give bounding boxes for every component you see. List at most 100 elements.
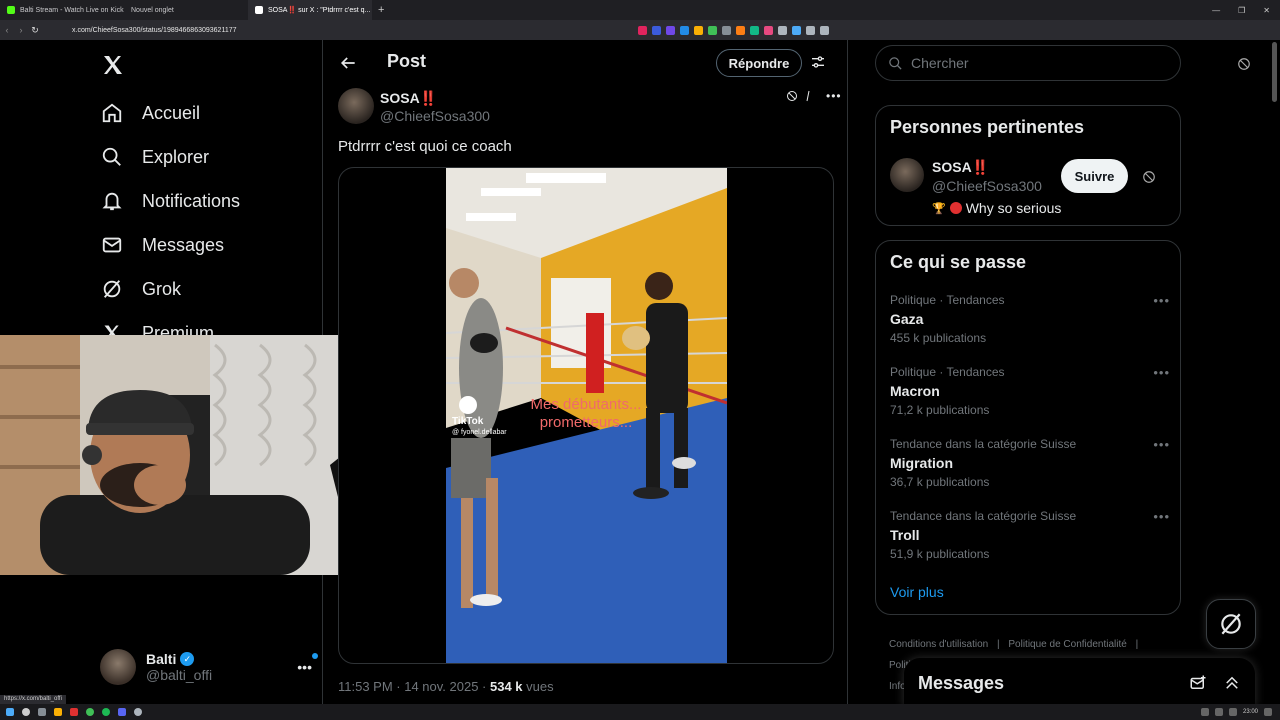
extension-icon[interactable] bbox=[666, 25, 675, 35]
nav-item-explore[interactable]: Explorer bbox=[100, 145, 209, 169]
extension-icon[interactable] bbox=[764, 25, 773, 35]
new-tab-button[interactable]: + bbox=[372, 4, 390, 16]
post-timestamp[interactable]: 11:53 PM · 14 nov. 2025 · bbox=[338, 679, 490, 694]
video-player[interactable]: TikTok @ fyonel.dellabar Mes débutants..… bbox=[446, 168, 727, 663]
x-favicon-icon bbox=[255, 6, 263, 14]
close-window-icon[interactable]: ✕ bbox=[1263, 6, 1270, 15]
block-icon[interactable] bbox=[1142, 170, 1156, 184]
person-name[interactable]: SOSA‼️ bbox=[932, 159, 989, 176]
more-options-icon[interactable]: ••• bbox=[1153, 293, 1170, 308]
terms-link[interactable]: Conditions d'utilisation bbox=[889, 639, 988, 650]
extension-icon[interactable] bbox=[722, 25, 731, 35]
extension-icon[interactable] bbox=[778, 25, 787, 35]
post-media[interactable]: TikTok @ fyonel.dellabar Mes débutants..… bbox=[338, 167, 834, 664]
x-logo-icon[interactable] bbox=[101, 53, 125, 77]
extension-icon[interactable] bbox=[694, 25, 703, 35]
back-nav-icon[interactable]: ‹ bbox=[0, 25, 14, 35]
notification-center-icon[interactable] bbox=[1264, 708, 1272, 716]
account-switcher[interactable]: Balti ✓ @balti_offi ••• bbox=[100, 647, 318, 687]
grok-slash-icon[interactable] bbox=[804, 90, 812, 102]
whatsapp-icon[interactable] bbox=[86, 708, 94, 716]
avatar[interactable] bbox=[338, 88, 374, 124]
tray-icon[interactable] bbox=[1200, 708, 1209, 716]
search-input[interactable]: Chercher bbox=[875, 45, 1181, 81]
url-field[interactable]: x.com/ChieefSosa300/status/1989466863093… bbox=[48, 23, 548, 37]
more-options-icon[interactable]: ••• bbox=[1153, 437, 1170, 452]
mail-icon bbox=[100, 233, 124, 257]
bell-icon bbox=[100, 189, 124, 213]
post-author-handle[interactable]: @ChieefSosa300 bbox=[380, 108, 490, 124]
tray-icon[interactable] bbox=[1214, 708, 1223, 716]
obs-icon[interactable] bbox=[134, 708, 142, 716]
file-explorer-icon[interactable] bbox=[54, 708, 62, 716]
verified-badge-icon: ✓ bbox=[180, 652, 195, 666]
messages-dock-actions bbox=[1189, 674, 1241, 692]
views-label: vues bbox=[522, 679, 554, 694]
see-more-link[interactable]: Voir plus bbox=[890, 584, 944, 600]
follow-button[interactable]: Suivre bbox=[1061, 159, 1128, 193]
maximize-icon[interactable]: ❐ bbox=[1238, 6, 1245, 15]
extension-icon[interactable] bbox=[820, 25, 829, 35]
tray-icon[interactable] bbox=[1228, 708, 1237, 716]
block-icon[interactable] bbox=[786, 90, 798, 102]
search-icon[interactable] bbox=[22, 708, 30, 716]
minimize-icon[interactable]: — bbox=[1212, 6, 1220, 15]
extension-icon[interactable] bbox=[750, 25, 759, 35]
scrollbar[interactable] bbox=[1272, 42, 1277, 102]
more-options-icon[interactable]: ••• bbox=[1153, 509, 1170, 524]
forward-nav-icon[interactable]: › bbox=[14, 25, 28, 35]
trend-item[interactable]: Politique · Tendances Macron 71,2 k publ… bbox=[890, 365, 1170, 425]
more-options-icon[interactable]: ••• bbox=[1153, 365, 1170, 380]
discord-icon[interactable] bbox=[118, 708, 126, 716]
more-options-icon[interactable]: ••• bbox=[826, 89, 842, 103]
reload-icon[interactable]: ↻ bbox=[28, 25, 42, 36]
trend-category: Politique · Tendances bbox=[890, 293, 1005, 307]
browser-icon[interactable] bbox=[70, 708, 78, 716]
clock[interactable]: 23:00 bbox=[1243, 709, 1258, 715]
extension-icon[interactable] bbox=[736, 25, 745, 35]
avatar bbox=[100, 649, 136, 685]
nav-item-grok[interactable]: Grok bbox=[100, 277, 181, 301]
taskbar-apps bbox=[0, 708, 142, 716]
messages-dock[interactable]: Messages bbox=[904, 658, 1255, 704]
extension-icon[interactable] bbox=[680, 25, 689, 35]
block-icon[interactable] bbox=[1237, 57, 1251, 71]
reply-button[interactable]: Répondre bbox=[716, 49, 802, 77]
extension-icon[interactable] bbox=[792, 25, 801, 35]
start-icon[interactable] bbox=[6, 708, 14, 716]
nav-item-notifications[interactable]: Notifications bbox=[100, 189, 240, 213]
post-meta: 11:53 PM · 14 nov. 2025 · 534 k vues bbox=[338, 679, 554, 694]
person-handle[interactable]: @ChieefSosa300 bbox=[932, 178, 1042, 194]
expand-up-icon[interactable] bbox=[1223, 674, 1241, 692]
privacy-link[interactable]: Politique de Confidentialité bbox=[1008, 639, 1126, 650]
grok-button[interactable] bbox=[1206, 599, 1256, 649]
back-arrow-icon[interactable] bbox=[338, 53, 358, 73]
video-caption: Mes débutants... prometteurs... bbox=[516, 396, 656, 432]
avatar[interactable] bbox=[890, 158, 924, 192]
tiktok-user: @ fyonel.dellabar bbox=[452, 429, 507, 436]
nav-item-home[interactable]: Accueil bbox=[100, 101, 200, 125]
url-text: x.com/ChieefSosa300/status/1989466863093… bbox=[72, 26, 237, 34]
trend-item[interactable]: Politique · Tendances Gaza 455 k publica… bbox=[890, 293, 1170, 353]
extension-icon[interactable] bbox=[638, 25, 647, 35]
spotify-icon[interactable] bbox=[102, 708, 110, 716]
new-message-icon[interactable] bbox=[1189, 674, 1207, 692]
tab-x-post[interactable]: SOSA‼️ sur X : "Ptdrrrr c'est q... ✕ bbox=[248, 0, 372, 20]
home-icon bbox=[100, 101, 124, 125]
messages-dock-title: Messages bbox=[918, 672, 1005, 693]
more-options-icon[interactable]: ••• bbox=[297, 653, 318, 675]
nav-item-messages[interactable]: Messages bbox=[100, 233, 224, 257]
page-title: Post bbox=[387, 51, 427, 71]
tab-new[interactable]: Nouvel onglet bbox=[124, 0, 248, 20]
trend-item[interactable]: Tendance dans la catégorie Suisse Troll … bbox=[890, 509, 1170, 569]
notification-dot bbox=[312, 653, 318, 659]
task-view-icon[interactable] bbox=[38, 708, 46, 716]
tab-kick[interactable]: Balti Stream - Watch Live on Kick bbox=[0, 0, 124, 20]
post-author-name[interactable]: SOSA‼️ bbox=[380, 90, 437, 107]
extension-icon[interactable] bbox=[708, 25, 717, 35]
sliders-icon[interactable] bbox=[810, 54, 826, 70]
search-icon bbox=[100, 145, 124, 169]
extension-icon[interactable] bbox=[652, 25, 661, 35]
trend-item[interactable]: Tendance dans la catégorie Suisse Migrat… bbox=[890, 437, 1170, 497]
extension-icon[interactable] bbox=[806, 25, 815, 35]
